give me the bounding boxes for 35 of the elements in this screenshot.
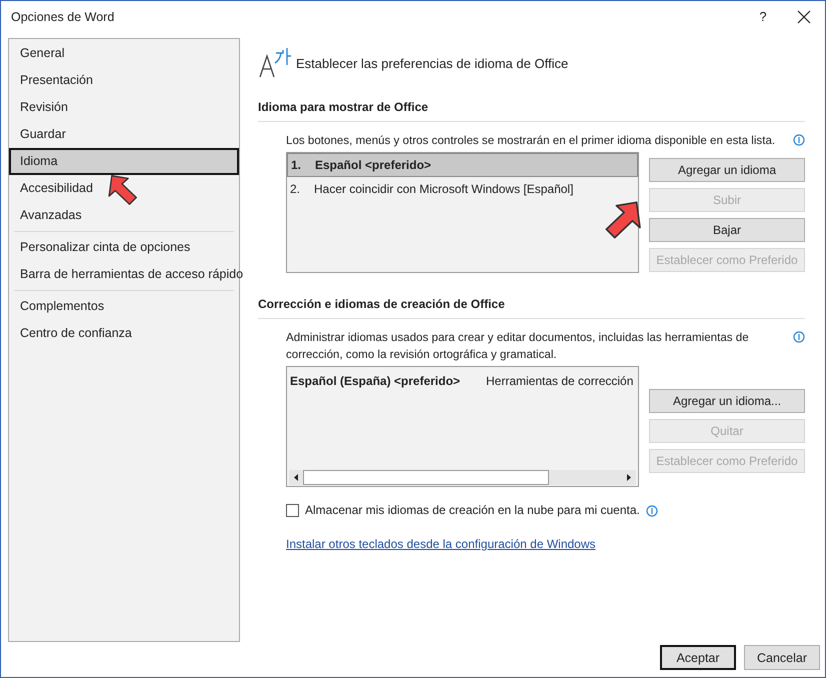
language-icon [258, 47, 292, 79]
language-list-item[interactable]: Español (España) <preferido> Herramientas de corrección [287, 367, 634, 394]
help-button[interactable]: ? [743, 9, 783, 24]
language-button[interactable]: Bajar [649, 218, 805, 242]
sidebar-item[interactable]: Guardar [9, 121, 239, 148]
sidebar-item[interactable]: Complementos [9, 293, 239, 320]
section-heading: Corrección e idiomas de creación de Office [258, 297, 805, 319]
language-button[interactable]: Agregar un idioma [649, 158, 805, 182]
horizontal-scrollbar[interactable] [289, 470, 636, 485]
sidebar-item[interactable]: Avanzadas [9, 202, 239, 229]
sidebar-item[interactable]: Presentación [9, 67, 239, 94]
close-icon[interactable] [797, 10, 811, 24]
section-description: Administrar idiomas usados para crear y editar documentos, incluidas las herramientas de corrección, como la revisión ortográfica y gramatical. [286, 330, 750, 363]
section-description: Los botones, menús y otros controles se mostrarán en el primer idioma disponible en esta lista. [286, 133, 776, 149]
language-list-item[interactable]: 1. Español <preferido> [287, 153, 638, 177]
keyboards-link[interactable]: Instalar otros teclados desde la configuración de Windows [286, 537, 596, 551]
page-title: Establecer las preferencias de idioma de Office [296, 56, 568, 70]
section-heading: Idioma para mostrar de Office [258, 100, 805, 122]
language-list-item[interactable]: 2. Hacer coincidir con Microsoft Windows [Español] [287, 177, 574, 201]
sidebar-item[interactable]: Accesibilidad [9, 175, 239, 202]
dialog-button[interactable]: Aceptar [660, 645, 736, 670]
language-button[interactable]: Agregar un idioma... [649, 389, 805, 413]
info-icon[interactable] [646, 505, 658, 517]
info-icon[interactable] [793, 134, 805, 146]
sidebar-item[interactable]: Personalizar cinta de opciones [9, 234, 239, 261]
sidebar-item[interactable]: Revisión [9, 94, 239, 121]
scroll-thumb[interactable] [303, 470, 549, 485]
info-icon[interactable] [793, 331, 805, 343]
sidebar-item[interactable]: Idioma [9, 148, 239, 175]
sidebar-item[interactable]: Centro de confianza [9, 320, 239, 347]
window-title: Opciones de Word [11, 10, 116, 24]
checkbox-label: Almacenar mis idiomas de creación en la nube para mi cuenta. [305, 503, 640, 517]
dialog-button[interactable]: Cancelar [744, 645, 820, 670]
sidebar-item[interactable]: General [9, 40, 239, 67]
checkbox[interactable] [286, 504, 299, 516]
